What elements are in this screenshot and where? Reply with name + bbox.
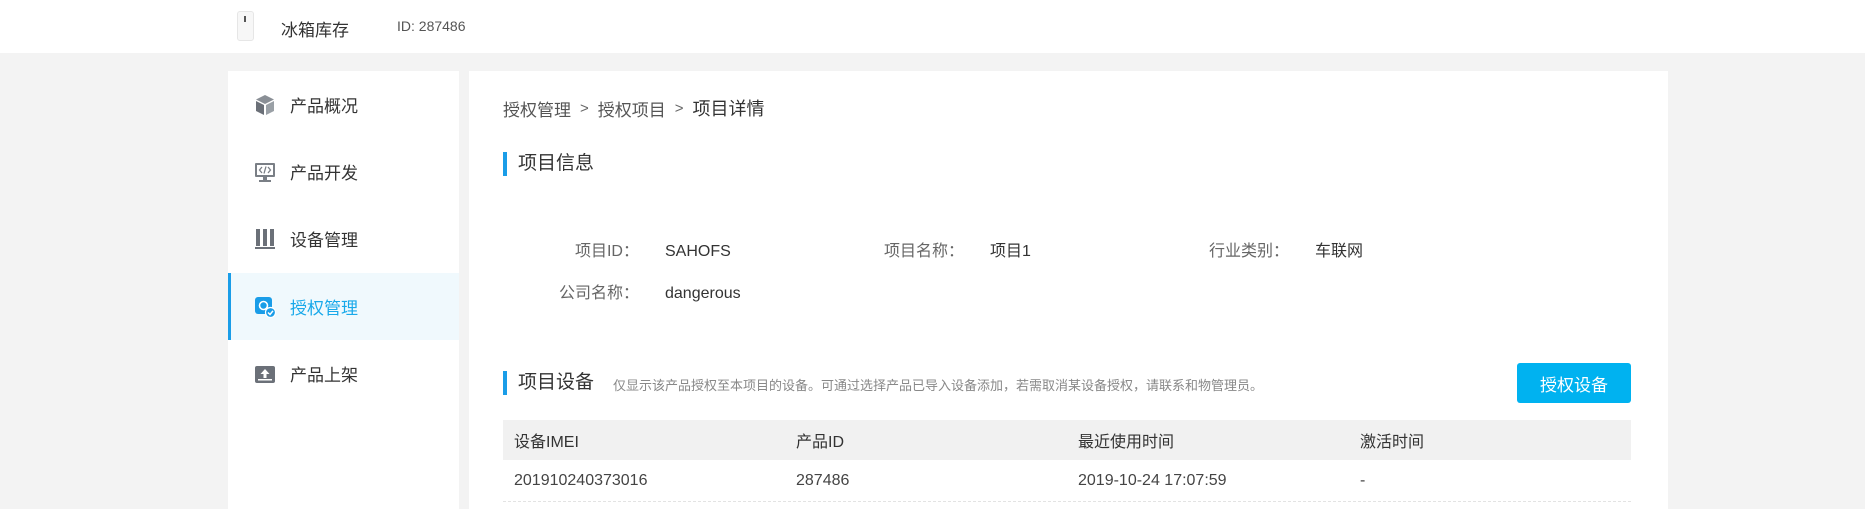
sidebar-item-authorization-management[interactable]: 授权管理 <box>228 273 459 340</box>
sidebar-item-product-development[interactable]: 产品开发 <box>228 138 459 205</box>
field-value: 车联网 <box>1315 243 1364 260</box>
breadcrumb-separator-icon: > <box>674 99 684 117</box>
upload-tray-icon <box>255 365 275 383</box>
sidebar: 产品概况 产品开发 设备管理 授权管理 产品上架 <box>228 71 459 509</box>
field-project-id: 项目ID： SAHOFS <box>549 237 731 261</box>
section-title-project-info: 项目信息 <box>503 152 594 176</box>
field-label: 项目名称： <box>883 243 964 260</box>
cell-last-used: 2019-10-24 17:07:59 <box>1078 471 1227 489</box>
breadcrumb-link-authorized-projects[interactable]: 授权项目 <box>598 96 666 121</box>
sidebar-item-label: 产品概况 <box>290 97 358 116</box>
field-value: dangerous <box>665 285 741 302</box>
breadcrumb-separator-icon: > <box>580 99 589 117</box>
table-header: 设备IMEI 产品ID 最近使用时间 激活时间 <box>503 420 1631 460</box>
breadcrumb: 授权管理 > 授权项目 > 项目详情 <box>503 95 765 121</box>
field-company: 公司名称： dangerous <box>549 279 741 303</box>
field-label: 项目ID： <box>574 243 639 260</box>
column-header-last-used: 最近使用时间 <box>1078 434 1175 451</box>
cell-imei: 201910240373016 <box>514 471 648 489</box>
product-name: 冰箱库存 <box>281 21 349 40</box>
breadcrumb-link-authorization-management[interactable]: 授权管理 <box>503 96 571 121</box>
field-label: 行业类别： <box>1208 243 1289 260</box>
field-label: 公司名称： <box>558 285 639 302</box>
main-content: 授权管理 > 授权项目 > 项目详情 项目信息 项目ID： SAHOFS 项目名称… <box>469 71 1668 509</box>
product-id: ID: 287486 <box>397 18 466 34</box>
column-header-imei: 设备IMEI <box>514 434 579 451</box>
cell-activated: - <box>1360 471 1366 489</box>
authorization-icon <box>255 296 276 318</box>
column-header-activated: 激活时间 <box>1360 434 1425 451</box>
authorize-device-button[interactable]: 授权设备 <box>1517 363 1631 403</box>
field-value: 项目1 <box>990 243 1031 260</box>
sidebar-item-product-overview[interactable]: 产品概况 <box>228 71 459 138</box>
top-bar: 冰箱库存 ID: 287486 <box>0 0 1865 53</box>
section-title-project-devices: 项目设备 <box>503 371 594 395</box>
fridge-product-icon <box>237 11 254 41</box>
field-project-name: 项目名称： 项目1 <box>864 237 1031 261</box>
device-bars-icon <box>255 228 275 249</box>
sidebar-item-device-management[interactable]: 设备管理 <box>228 205 459 272</box>
column-header-product-id: 产品ID <box>796 434 845 451</box>
sidebar-item-label: 产品上架 <box>290 366 358 385</box>
table-row: 201910240373016 287486 2019-10-24 17:07:… <box>503 460 1631 502</box>
devices-hint-text: 仅显示该产品授权至本项目的设备。可通过选择产品已导入设备添加，若需取消某设备授权… <box>613 378 1264 393</box>
cell-product-id: 287486 <box>796 471 850 489</box>
cube-icon <box>256 94 274 115</box>
sidebar-item-product-listing[interactable]: 产品上架 <box>228 340 459 407</box>
sidebar-item-label: 产品开发 <box>290 164 358 183</box>
breadcrumb-current: 项目详情 <box>692 99 765 119</box>
sidebar-item-label: 设备管理 <box>290 231 358 250</box>
sidebar-item-label: 授权管理 <box>290 299 358 318</box>
code-monitor-icon <box>255 162 275 182</box>
field-value: SAHOFS <box>665 243 731 260</box>
field-industry: 行业类别： 车联网 <box>1189 237 1363 261</box>
devices-table: 设备IMEI 产品ID 最近使用时间 激活时间 201910240373016 … <box>503 420 1631 502</box>
